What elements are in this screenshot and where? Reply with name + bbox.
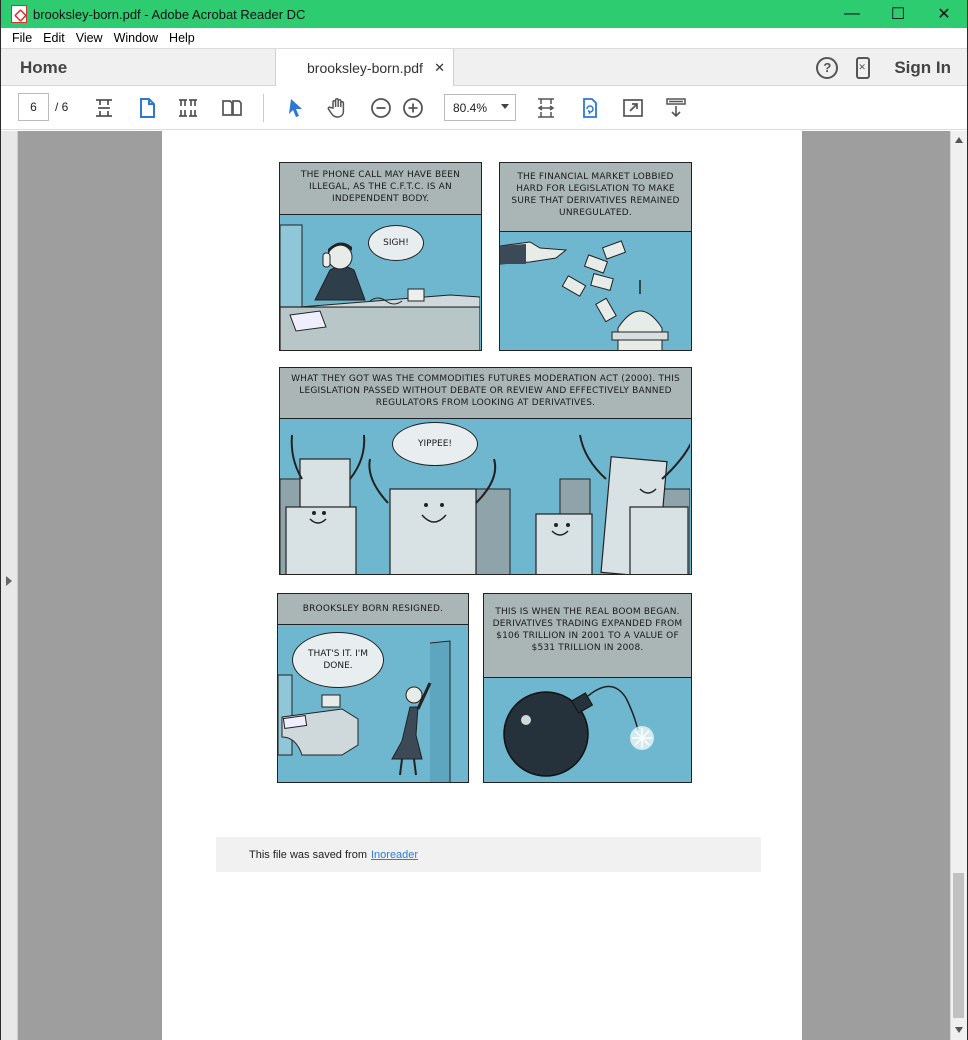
scroll-up-icon[interactable] — [955, 137, 963, 143]
panel-3-caption: What they got was the Commodities Future… — [280, 368, 691, 419]
left-panel-toggle[interactable] — [1, 131, 18, 1040]
tab-document-label: brooksley-born.pdf — [307, 60, 423, 76]
mobile-link-icon[interactable] — [856, 56, 871, 79]
maximize-button[interactable]: ☐ — [875, 0, 921, 28]
tab-home[interactable]: Home — [1, 49, 276, 86]
comic-panel-1: The phone call may have been illegal, as… — [279, 162, 482, 351]
comic-panel-4: Brooksley Born resigned. That's it. I'm … — [277, 593, 469, 783]
zoom-level-value: 80.4% — [453, 100, 488, 115]
page-total: / 6 — [55, 100, 69, 114]
cheering-buildings-illustration — [280, 434, 690, 574]
single-page-icon[interactable] — [135, 96, 159, 120]
comic-panel-2: The financial market lobbied hard for le… — [499, 162, 692, 351]
help-icon[interactable]: ? — [816, 56, 839, 79]
document-viewer[interactable]: The phone call may have been illegal, as… — [1, 131, 967, 1040]
bomb-illustration — [503, 685, 654, 777]
saved-from-notice: This file was saved from Inoreader — [216, 837, 761, 872]
hand-tool-icon[interactable] — [326, 96, 350, 120]
panel-4-speech-bubble: That's it. I'm done. — [292, 632, 384, 688]
chevron-down-icon — [501, 104, 509, 109]
acrobat-window: brooksley-born.pdf - Adobe Acrobat Reade… — [0, 0, 968, 1040]
panel-2-caption: The financial market lobbied hard for le… — [500, 163, 691, 232]
comic-panel-5: This is when the real boom began. Deriva… — [483, 593, 692, 783]
tab-bar: Home brooksley-born.pdf ✕ ? Sign In — [1, 48, 967, 87]
page-number-input[interactable]: 6 — [18, 93, 49, 121]
panel-4-caption: Brooksley Born resigned. — [278, 594, 468, 625]
toolbar-divider — [263, 94, 264, 122]
menu-file[interactable]: File — [12, 31, 32, 45]
vertical-scrollbar[interactable] — [950, 131, 967, 1040]
two-page-view-icon[interactable] — [220, 96, 244, 120]
two-page-scroll-icon[interactable] — [176, 96, 200, 120]
scroll-mode-icon[interactable] — [534, 96, 558, 120]
zoom-level-select[interactable]: 80.4% — [444, 94, 516, 121]
scrollbar-thumb[interactable] — [953, 873, 964, 1018]
panel-1-speech-bubble: Sigh! — [368, 225, 424, 261]
menu-bar: File Edit View Window Help — [1, 28, 967, 48]
full-screen-icon[interactable] — [621, 96, 645, 120]
sign-in-button[interactable]: Sign In — [894, 58, 951, 78]
title-bar: brooksley-born.pdf - Adobe Acrobat Reade… — [1, 0, 967, 28]
close-tab-icon[interactable]: ✕ — [434, 60, 445, 76]
toolbar: 6 / 6 80.4% — [1, 86, 967, 130]
pdf-app-icon — [11, 5, 27, 23]
menu-view[interactable]: View — [76, 31, 103, 45]
panel-5-caption: This is when the real boom began. Deriva… — [484, 594, 691, 678]
fit-page-icon[interactable] — [92, 96, 116, 120]
tab-document[interactable]: brooksley-born.pdf ✕ — [276, 49, 454, 87]
comic-panel-3: What they got was the Commodities Future… — [279, 367, 692, 575]
read-mode-icon[interactable] — [664, 96, 688, 120]
panel-1-caption: The phone call may have been illegal, as… — [280, 163, 481, 215]
inoreader-link[interactable]: Inoreader — [371, 849, 418, 861]
zoom-in-icon[interactable] — [401, 96, 425, 120]
window-title: brooksley-born.pdf - Adobe Acrobat Reade… — [33, 6, 306, 22]
chevron-right-icon — [6, 576, 12, 586]
menu-help[interactable]: Help — [169, 31, 195, 45]
saved-from-text: This file was saved from — [249, 848, 367, 861]
menu-window[interactable]: Window — [114, 31, 158, 45]
minimize-button[interactable]: — — [829, 0, 875, 28]
zoom-out-icon[interactable] — [369, 96, 393, 120]
menu-edit[interactable]: Edit — [43, 31, 65, 45]
lobbying-money-illustration — [500, 240, 669, 350]
select-cursor-icon[interactable] — [284, 96, 308, 120]
rotate-view-icon[interactable] — [578, 96, 602, 120]
pdf-page: The phone call may have been illegal, as… — [162, 131, 802, 1040]
panel-3-speech-bubble: Yippee! — [392, 422, 478, 466]
viewer-background — [802, 131, 950, 1040]
close-button[interactable]: ✕ — [921, 0, 967, 28]
scroll-down-icon[interactable] — [955, 1027, 963, 1033]
